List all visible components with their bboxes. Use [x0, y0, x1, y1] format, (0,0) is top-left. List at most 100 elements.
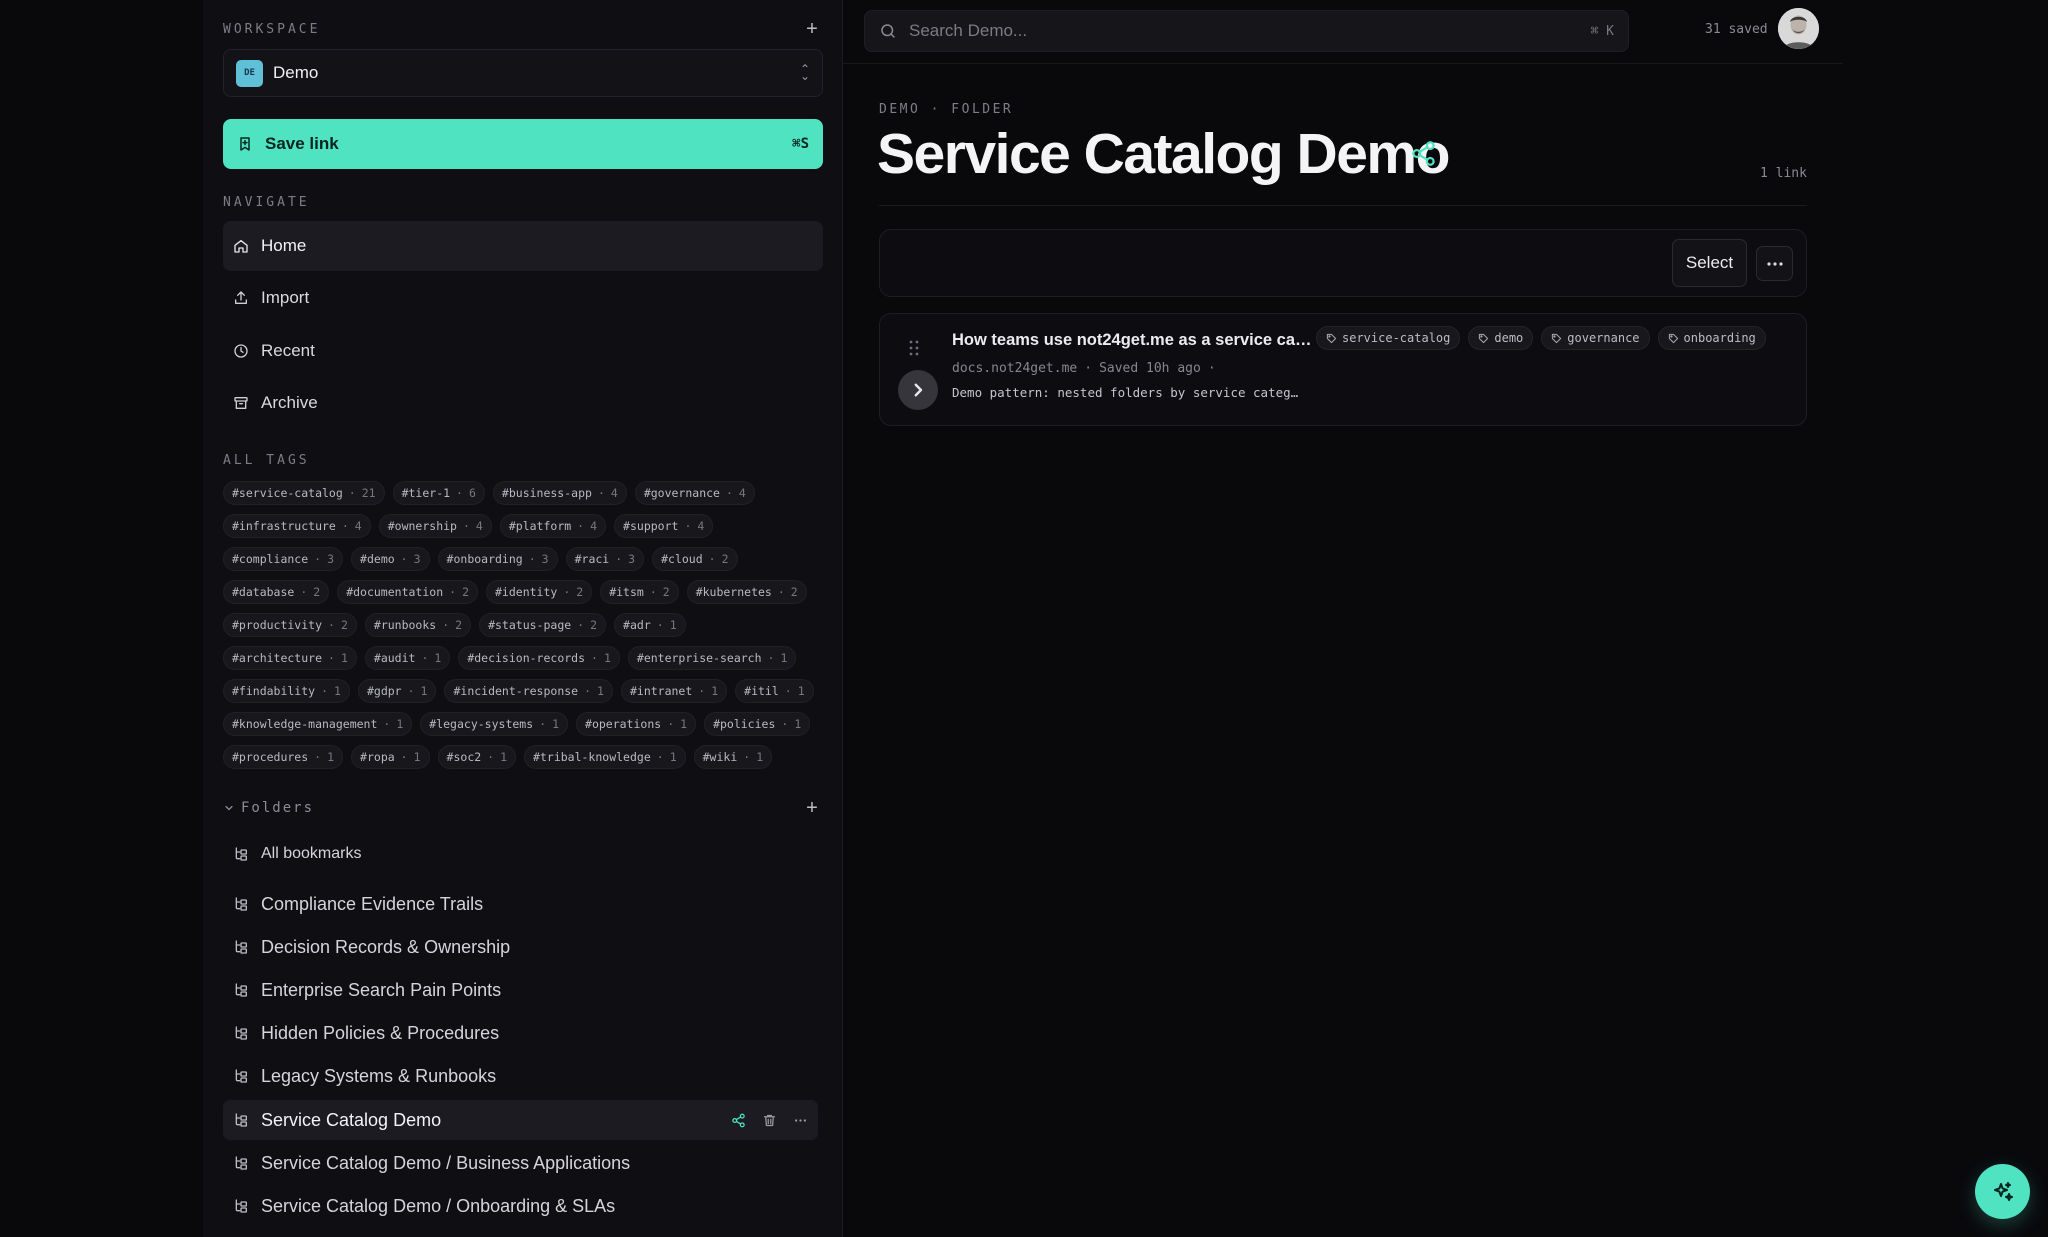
bookmark-tag[interactable]: service-catalog: [1316, 326, 1461, 350]
save-link-label: Save link: [265, 134, 339, 153]
ellipsis-icon: [1766, 261, 1783, 266]
tag-chip[interactable]: #wiki · 1: [693, 745, 773, 769]
folder-item[interactable]: Hidden Policies & Procedures: [223, 1013, 818, 1053]
tag-count: 1: [334, 684, 341, 698]
bookmark-tag[interactable]: governance: [1541, 326, 1650, 350]
tag-chip[interactable]: #knowledge-management · 1: [223, 712, 413, 736]
bookmark-tag[interactable]: demo: [1468, 326, 1534, 350]
tag-chip[interactable]: #architecture · 1: [223, 646, 357, 670]
bookmark-tag[interactable]: onboarding: [1657, 326, 1766, 350]
tag-name: #tier-1: [401, 486, 451, 500]
add-folder-button[interactable]: +: [801, 797, 823, 819]
tag-separator: ·: [314, 552, 322, 566]
tag-chip[interactable]: #demo · 3: [351, 547, 430, 571]
share-icon[interactable]: [731, 1113, 746, 1128]
tag-chip[interactable]: #status-page · 2: [479, 613, 607, 637]
workspace-select[interactable]: DE Demo ⌃ ⌄: [223, 49, 823, 97]
search-bar[interactable]: ⌘ K: [864, 10, 1629, 52]
tag-count: 1: [552, 717, 560, 731]
tag-separator: ·: [656, 618, 664, 632]
ai-assistant-button[interactable]: [1975, 1164, 2030, 1219]
nav-item-home[interactable]: Home: [223, 221, 823, 271]
folders-header[interactable]: Folders: [223, 797, 823, 819]
save-link-shortcut: ⌘S: [792, 136, 809, 152]
breadcrumb: DEMO · FOLDER: [879, 102, 1014, 117]
tag-chip[interactable]: #incident-response · 1: [444, 679, 613, 703]
folder-item[interactable]: Service Catalog Demo / Onboarding & SLAs: [223, 1186, 818, 1226]
search-input[interactable]: [909, 21, 1591, 41]
tag-chip[interactable]: #documentation · 2: [337, 580, 478, 604]
bookmark-card[interactable]: How teams use not24get.me as a service c…: [879, 313, 1807, 426]
folder-item[interactable]: Decision Records & Ownership: [223, 927, 818, 967]
nav-item-archive[interactable]: Archive: [223, 378, 823, 428]
trash-icon[interactable]: [762, 1113, 777, 1128]
tag-separator: ·: [591, 651, 598, 665]
select-button[interactable]: Select: [1672, 239, 1747, 287]
tag-chip[interactable]: #productivity · 2: [223, 613, 357, 637]
tag-chip[interactable]: #gdpr · 1: [357, 679, 437, 703]
add-workspace-button[interactable]: +: [801, 18, 823, 40]
drag-handle-icon[interactable]: [909, 340, 919, 356]
tag-chip[interactable]: #database · 2: [223, 580, 330, 604]
tag-chip[interactable]: #decision-records · 1: [458, 646, 620, 670]
tag-chip[interactable]: #intranet · 1: [620, 679, 728, 703]
tag-chip[interactable]: #tribal-knowledge · 1: [524, 745, 686, 769]
tag-separator: ·: [328, 618, 335, 632]
tag-chip[interactable]: #operations · 1: [576, 712, 697, 736]
tag-chip[interactable]: #ownership · 4: [378, 514, 492, 538]
tag-chip[interactable]: #onboarding · 3: [437, 547, 558, 571]
folder-item[interactable]: Compliance Evidence Trails: [223, 884, 818, 924]
tag-separator: ·: [528, 552, 536, 566]
tag-separator: ·: [684, 519, 692, 533]
tag-chip[interactable]: #compliance · 3: [223, 547, 344, 571]
share-icon[interactable]: [1410, 140, 1437, 167]
more-options-button[interactable]: [1756, 246, 1793, 281]
tag-chip[interactable]: #infrastructure · 4: [223, 514, 371, 538]
tag-chip[interactable]: #findability · 1: [223, 679, 350, 703]
tag-count: 3: [413, 552, 421, 566]
tag-chip[interactable]: #itil · 1: [735, 679, 814, 703]
bookmark-domain[interactable]: docs.not24get.me: [952, 361, 1077, 376]
tag-chip[interactable]: #platform · 4: [499, 514, 607, 538]
tag-chip[interactable]: #soc2 · 1: [437, 745, 517, 769]
navigate-label: NAVIGATE: [223, 195, 310, 210]
save-link-button[interactable]: Save link ⌘S: [223, 119, 823, 169]
tag-chip[interactable]: #business-app · 4: [492, 481, 627, 505]
folder-item[interactable]: Legacy Systems & Runbooks: [223, 1056, 818, 1096]
nav-item-recent[interactable]: Recent: [223, 326, 823, 376]
expand-button[interactable]: [898, 370, 938, 410]
tag-chip[interactable]: #service-catalog · 21: [223, 481, 385, 505]
tag-separator: ·: [767, 651, 775, 665]
tag-separator: ·: [597, 486, 605, 500]
tag-chip[interactable]: #policies · 1: [704, 712, 811, 736]
tag-chip[interactable]: #governance · 4: [634, 481, 755, 505]
folder-label: Service Catalog Demo: [261, 1109, 442, 1130]
workspace-name: Demo: [273, 63, 319, 82]
bookmark-title[interactable]: How teams use not24get.me as a service c…: [952, 331, 1312, 350]
folder-item[interactable]: Service Catalog Demo / Business Applicat…: [223, 1143, 818, 1183]
tag-chip[interactable]: #identity · 2: [486, 580, 593, 604]
tag-chip[interactable]: #ropa · 1: [351, 745, 430, 769]
tag-chip[interactable]: #raci · 3: [565, 547, 645, 571]
tag-chip[interactable]: #legacy-systems · 1: [420, 712, 569, 736]
tag-icon: [1551, 333, 1562, 344]
tag-chip[interactable]: #procedures · 1: [223, 745, 344, 769]
tag-chip[interactable]: #enterprise-search · 1: [627, 646, 797, 670]
tag-chip[interactable]: #tier-1 · 6: [392, 481, 485, 505]
bookmark-saved-time: Saved 10h ago: [1099, 361, 1201, 376]
folder-item[interactable]: Enterprise Search Pain Points: [223, 970, 818, 1010]
workspace-badge: DE: [236, 59, 263, 87]
tag-chip[interactable]: #adr · 1: [614, 613, 686, 637]
folder-item[interactable]: All bookmarks: [223, 834, 818, 874]
tag-chip[interactable]: #runbooks · 2: [364, 613, 472, 637]
tag-chip[interactable]: #itsm · 2: [600, 580, 679, 604]
ellipsis-icon[interactable]: [793, 1113, 808, 1128]
tag-chip[interactable]: #kubernetes · 2: [686, 580, 807, 604]
tag-chip[interactable]: #support · 4: [614, 514, 714, 538]
avatar[interactable]: [1778, 8, 1819, 49]
folder-item[interactable]: Service Catalog Demo: [223, 1100, 818, 1140]
nav-item-import[interactable]: Import: [223, 273, 823, 323]
tag-chip[interactable]: #cloud · 2: [652, 547, 738, 571]
tag-name: #platform: [508, 519, 572, 533]
tag-chip[interactable]: #audit · 1: [364, 646, 451, 670]
